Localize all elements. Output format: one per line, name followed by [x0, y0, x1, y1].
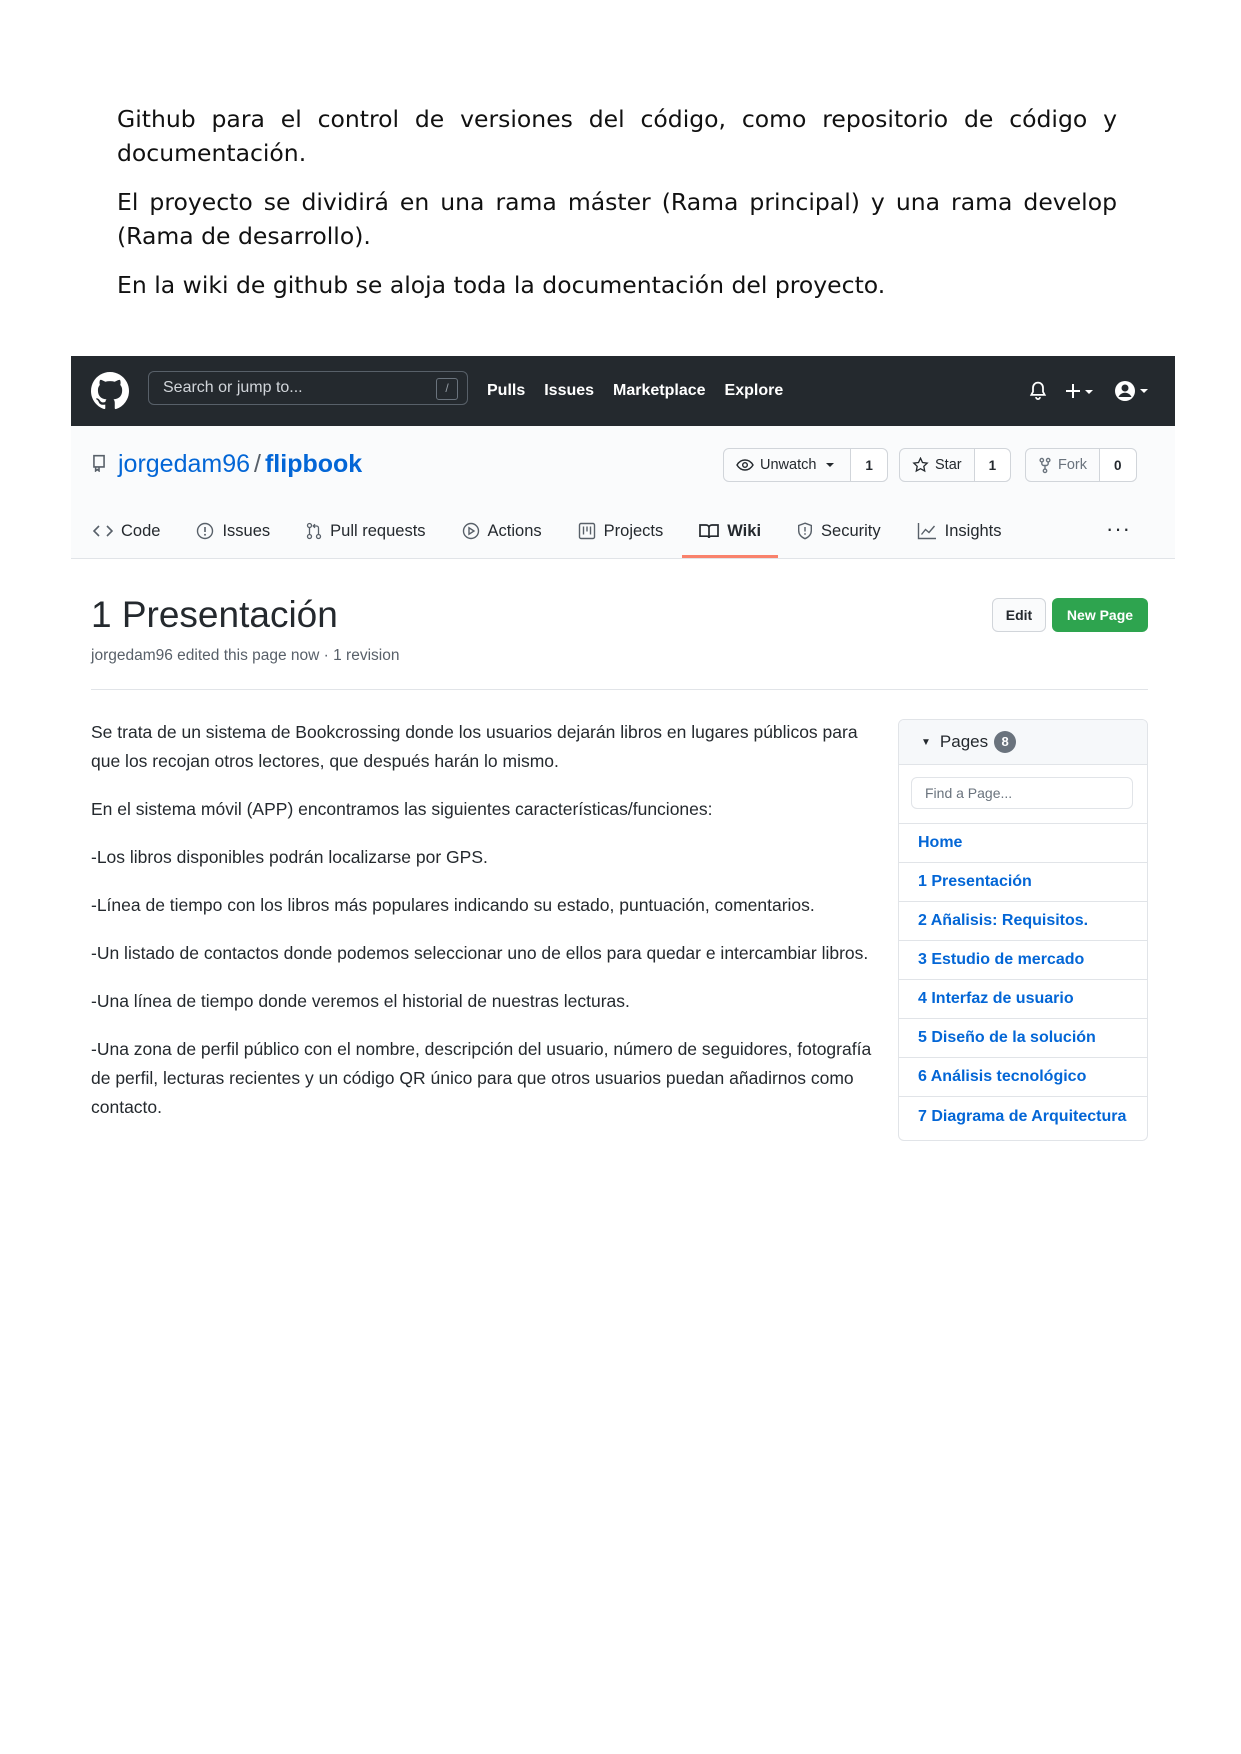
wiki-paragraph: -Los libros disponibles podrán localizar… [91, 847, 488, 867]
tab-label: Issues [222, 521, 271, 540]
global-nav: Pulls Issues Marketplace Explore [487, 356, 802, 426]
nav-issues[interactable]: Issues [544, 382, 594, 400]
find-page-input[interactable] [911, 777, 1133, 809]
new-page-button[interactable]: New Page [1052, 598, 1148, 632]
document-text: Github para el control de versiones del … [117, 102, 1117, 317]
bell-icon[interactable] [1029, 381, 1047, 401]
nav-marketplace[interactable]: Marketplace [613, 382, 706, 400]
shield-icon [798, 522, 813, 540]
sidebar-page-link[interactable]: 7 Diagrama de Arquitectura [899, 1097, 1147, 1136]
search-placeholder: Search or jump to... [163, 379, 303, 396]
pull-request-icon [306, 522, 322, 540]
github-wiki-screenshot: Search or jump to... / Pulls Issues Mark… [71, 356, 1175, 1156]
wiki-paragraph: -Línea de tiempo con los libros más popu… [91, 895, 815, 915]
book-icon [699, 523, 720, 538]
star-button[interactable]: Star [900, 449, 975, 481]
tab-pull-requests[interactable]: Pull requests [306, 504, 426, 558]
unwatch-button-group: Unwatch 1 [723, 448, 888, 482]
stargazers-count[interactable]: 1 [974, 449, 1011, 481]
repo-icon [93, 454, 105, 472]
repo-name-link[interactable]: flipbook [265, 450, 362, 478]
repository-header: jorgedam96/flipbook Unwatch 1 Star 1 For… [71, 426, 1175, 559]
wiki-pages-sidebar: ▼ Pages 8 Home 1 Presentación 2 Añalisis… [898, 719, 1148, 1141]
nav-pulls[interactable]: Pulls [487, 382, 525, 400]
search-input[interactable]: Search or jump to... / [148, 371, 468, 405]
wiki-paragraph: En el sistema móvil (APP) encontramos la… [91, 799, 713, 819]
tab-issues[interactable]: Issues [196, 504, 270, 558]
github-logo-icon[interactable] [91, 372, 129, 410]
sidebar-page-link[interactable]: 5 Diseño de la solución [899, 1019, 1147, 1058]
edit-button[interactable]: Edit [992, 598, 1046, 632]
tab-wiki[interactable]: Wiki [682, 504, 778, 558]
tab-label: Security [821, 521, 881, 540]
tab-label: Wiki [727, 521, 762, 540]
star-icon [912, 457, 929, 473]
tab-label: Insights [944, 521, 1002, 540]
watchers-count[interactable]: 1 [851, 449, 887, 481]
tab-code[interactable]: Code [93, 504, 160, 558]
unwatch-label: Unwatch [760, 457, 817, 473]
pages-label: Pages [939, 732, 989, 751]
star-label: Star [935, 457, 962, 473]
more-tabs-button[interactable]: ··· [1106, 516, 1131, 542]
tab-label: Actions [487, 521, 542, 540]
wiki-content: Se trata de un sistema de Bookcrossing d… [91, 718, 881, 1141]
avatar-icon[interactable] [1113, 379, 1149, 403]
play-icon [462, 522, 479, 540]
tab-actions[interactable]: Actions [462, 504, 542, 558]
eye-icon [736, 459, 754, 471]
repo-separator: / [254, 450, 261, 478]
chevron-down-icon [826, 463, 835, 467]
forks-count[interactable]: 0 [1100, 449, 1136, 481]
sidebar-page-link[interactable]: Home [899, 824, 1147, 863]
star-button-group: Star 1 [899, 448, 1012, 482]
wiki-paragraph: Se trata de un sistema de Bookcrossing d… [91, 722, 858, 771]
doc-paragraph: En la wiki de github se aloja toda la do… [117, 271, 886, 299]
tab-projects[interactable]: Projects [578, 504, 664, 558]
tab-insights[interactable]: Insights [917, 504, 1002, 558]
page-title: 1 Presentación [91, 594, 338, 635]
doc-paragraph: El proyecto se dividirá en una rama mást… [117, 188, 1117, 250]
nav-explore[interactable]: Explore [725, 382, 784, 400]
issue-icon [197, 522, 214, 540]
sidebar-page-link[interactable]: 4 Interfaz de usuario [899, 980, 1147, 1019]
tab-security[interactable]: Security [797, 504, 881, 558]
wiki-paragraph: -Una zona de perfil público con el nombr… [91, 1039, 872, 1117]
sidebar-page-link[interactable]: 2 Añalisis: Requisitos. [899, 902, 1147, 941]
plus-dropdown-icon[interactable] [1065, 381, 1095, 401]
search-shortcut-key: / [436, 378, 458, 400]
github-header: Search or jump to... / Pulls Issues Mark… [71, 356, 1175, 426]
wiki-paragraph: -Una línea de tiempo donde veremos el hi… [91, 991, 630, 1011]
caret-down-icon: ▼ [921, 736, 931, 748]
tab-label: Projects [603, 521, 664, 540]
fork-label: Fork [1058, 457, 1087, 473]
title-divider [91, 689, 1148, 690]
find-page-container [899, 765, 1147, 824]
repo-owner-link[interactable]: jorgedam96 [118, 450, 250, 478]
code-icon [93, 525, 113, 537]
tab-label: Pull requests [330, 521, 426, 540]
sidebar-page-link[interactable]: 1 Presentación [899, 863, 1147, 902]
fork-button[interactable]: Fork [1026, 449, 1100, 481]
sidebar-page-link[interactable]: 3 Estudio de mercado [899, 941, 1147, 980]
pages-toggle[interactable]: ▼ Pages 8 [899, 720, 1147, 765]
pages-count-badge: 8 [994, 731, 1017, 753]
tab-label: Code [121, 521, 161, 540]
header-actions [1011, 376, 1149, 406]
fork-button-group: Fork 0 [1025, 448, 1137, 482]
project-icon [578, 522, 595, 540]
repo-title: jorgedam96/flipbook [118, 446, 362, 482]
wiki-paragraph: -Un listado de contactos donde podemos s… [91, 943, 869, 963]
graph-icon [917, 523, 936, 540]
doc-paragraph: Github para el control de versiones del … [117, 105, 1117, 167]
fork-icon [1039, 457, 1051, 473]
page-revision-info: jorgedam96 edited this page now · 1 revi… [91, 647, 400, 664]
sidebar-page-link[interactable]: 6 Análisis tecnológico [899, 1058, 1147, 1097]
repo-tabs: Code Issues Pull requests Actions Projec… [93, 504, 1038, 558]
unwatch-button[interactable]: Unwatch [724, 449, 852, 481]
